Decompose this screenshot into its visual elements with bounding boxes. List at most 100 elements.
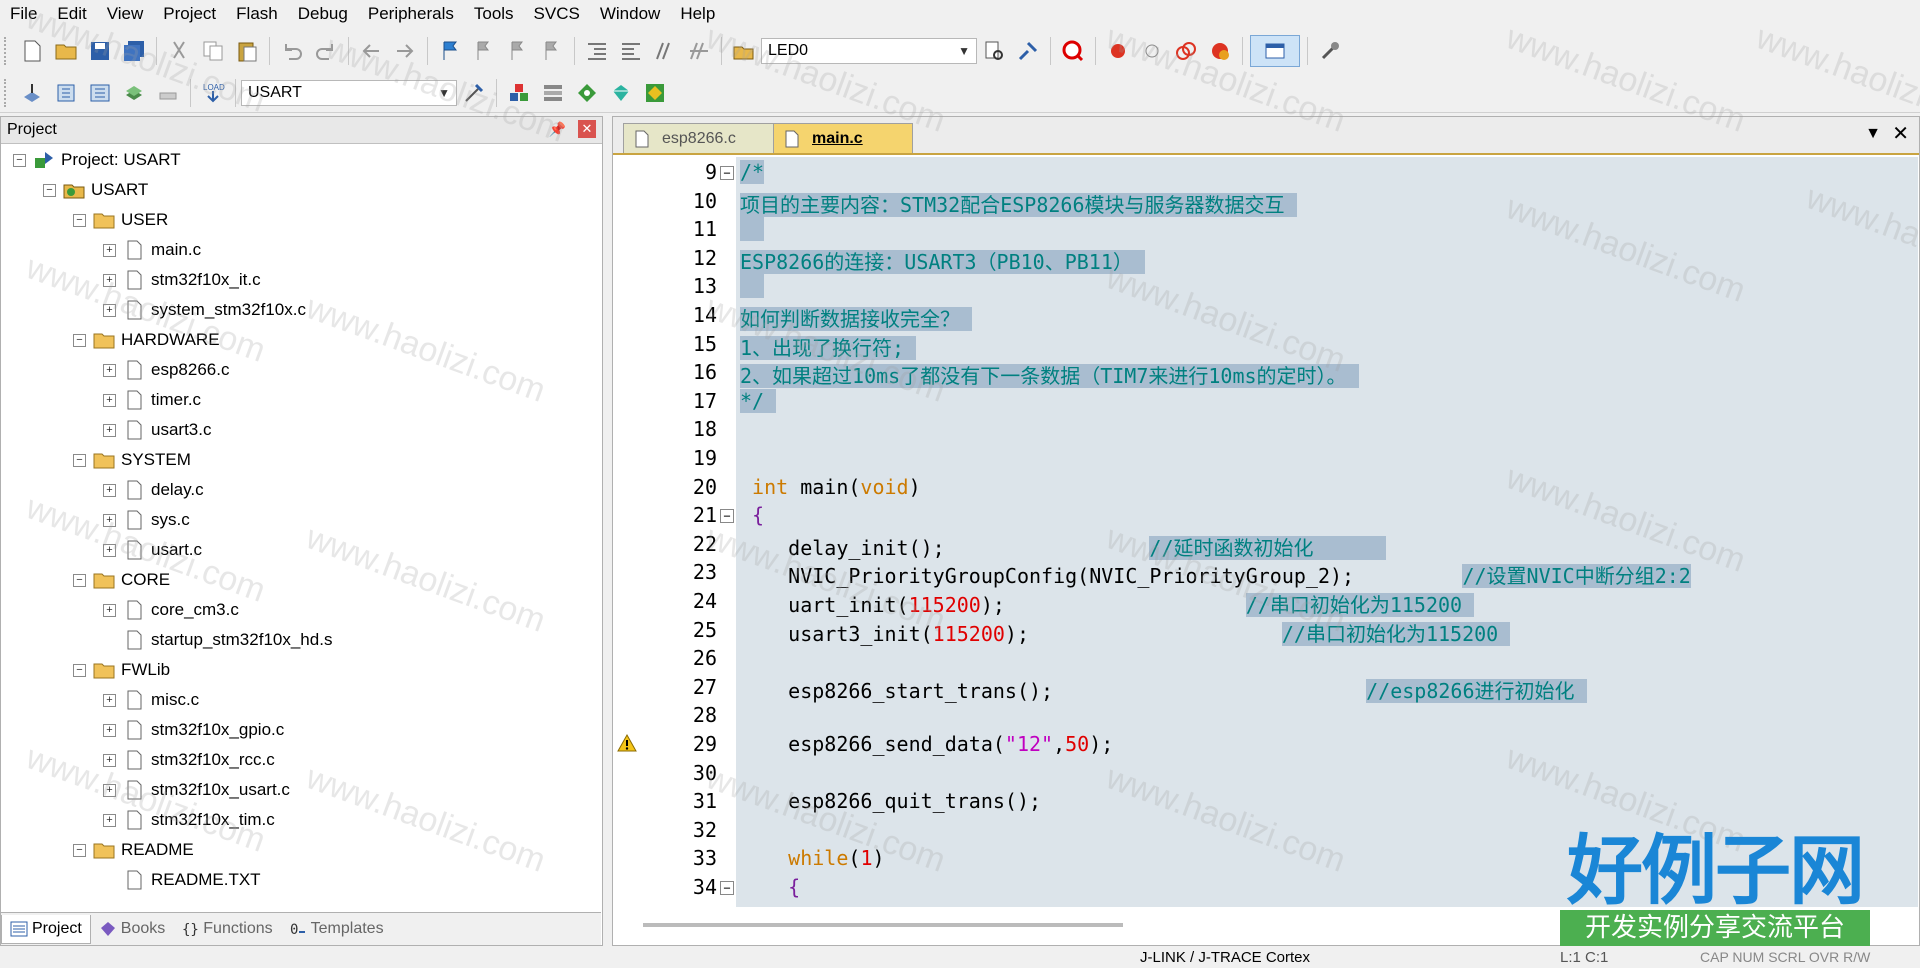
- save-icon[interactable]: [85, 36, 115, 66]
- incremental-find-icon[interactable]: [1013, 36, 1043, 66]
- code-line[interactable]: 16 2、如果超过10ms了都没有下一条数据（TIM7来进行10ms的定时）。: [613, 359, 1919, 389]
- expand-icon[interactable]: +: [103, 514, 116, 527]
- comment-icon[interactable]: [650, 36, 680, 66]
- expand-icon[interactable]: +: [103, 544, 116, 557]
- code-line[interactable]: 20 int main(void): [613, 474, 1919, 502]
- tree-item[interactable]: + sys.c: [1, 505, 601, 535]
- collapse-icon[interactable]: −: [13, 154, 26, 167]
- code-line[interactable]: 11: [613, 216, 1919, 244]
- collapse-icon[interactable]: −: [73, 844, 86, 857]
- pin-icon[interactable]: 📌: [549, 121, 566, 138]
- tab-list-dropdown-icon[interactable]: ▼: [1865, 125, 1881, 143]
- tree-item[interactable]: + core_cm3.c: [1, 595, 601, 625]
- menu-window[interactable]: Window: [590, 4, 670, 24]
- tree-item[interactable]: + stm32f10x_usart.c: [1, 775, 601, 805]
- expand-icon[interactable]: +: [103, 754, 116, 767]
- paste-icon[interactable]: [232, 36, 262, 66]
- configure-icon[interactable]: [1315, 36, 1345, 66]
- code-line[interactable]: 26: [613, 645, 1919, 673]
- expand-icon[interactable]: +: [103, 724, 116, 737]
- menu-help[interactable]: Help: [670, 4, 725, 24]
- tree-item[interactable]: − Project: USART: [1, 145, 601, 175]
- editor-tab-main-c[interactable]: main.c: [773, 123, 913, 153]
- build-icon[interactable]: [51, 78, 81, 108]
- code-line[interactable]: 25 usart3_init(115200); //串口初始化为115200: [613, 617, 1919, 646]
- pack-installer-icon[interactable]: [572, 78, 602, 108]
- breakpoint-icon[interactable]: [1103, 36, 1133, 66]
- close-icon[interactable]: ✕: [578, 120, 596, 138]
- expand-icon[interactable]: +: [103, 274, 116, 287]
- collapse-icon[interactable]: −: [73, 454, 86, 467]
- window-layout-icon[interactable]: [1250, 35, 1300, 67]
- stop-build-icon[interactable]: [153, 78, 183, 108]
- breakpoint-disable-all-icon[interactable]: [1171, 36, 1201, 66]
- tree-item[interactable]: − README: [1, 835, 601, 865]
- bookmark-prev-icon[interactable]: [469, 36, 499, 66]
- code-line[interactable]: 9−/*: [613, 159, 1919, 187]
- collapse-icon[interactable]: −: [73, 664, 86, 677]
- expand-icon[interactable]: +: [103, 244, 116, 257]
- tab-functions[interactable]: {} Functions: [173, 915, 280, 943]
- uncomment-icon[interactable]: [684, 36, 714, 66]
- code-line[interactable]: 23 NVIC_PriorityGroupConfig(NVIC_Priorit…: [613, 559, 1919, 589]
- tree-item[interactable]: + timer.c: [1, 385, 601, 415]
- code-line[interactable]: 17 */: [613, 388, 1919, 416]
- code-line[interactable]: 24 uart_init(115200); //串口初始化为115200: [613, 588, 1919, 617]
- tree-item[interactable]: − CORE: [1, 565, 601, 595]
- tree-item[interactable]: + misc.c: [1, 685, 601, 715]
- cut-icon[interactable]: [164, 36, 194, 66]
- code-area[interactable]: 9−/* 10 项目的主要内容：STM32配合ESP8266模块与服务器数据交互 1…: [613, 157, 1919, 907]
- nav-forward-icon[interactable]: [390, 36, 420, 66]
- tree-item[interactable]: − USART: [1, 175, 601, 205]
- expand-icon[interactable]: +: [103, 604, 116, 617]
- find-in-files-icon[interactable]: [729, 36, 759, 66]
- menu-flash[interactable]: Flash: [226, 4, 288, 24]
- tree-item[interactable]: − FWLib: [1, 655, 601, 685]
- new-file-icon[interactable]: [17, 36, 47, 66]
- tree-item[interactable]: + stm32f10x_tim.c: [1, 805, 601, 835]
- open-folder-icon[interactable]: [51, 36, 81, 66]
- fold-toggle-icon[interactable]: −: [720, 509, 734, 524]
- select-software-packs-icon[interactable]: [606, 78, 636, 108]
- unindent-icon[interactable]: [616, 36, 646, 66]
- toolbar-grip[interactable]: [4, 37, 11, 65]
- breakpoint-disable-icon[interactable]: [1137, 36, 1167, 66]
- collapse-icon[interactable]: −: [73, 214, 86, 227]
- batch-build-icon[interactable]: [119, 78, 149, 108]
- horizontal-scrollbar[interactable]: [643, 923, 1123, 927]
- menu-edit[interactable]: Edit: [47, 4, 96, 24]
- tree-item[interactable]: README.TXT: [1, 865, 601, 895]
- nav-back-icon[interactable]: [356, 36, 386, 66]
- tab-templates[interactable]: 0 Templates: [281, 915, 392, 943]
- expand-icon[interactable]: +: [103, 484, 116, 497]
- code-line[interactable]: 18: [613, 416, 1919, 444]
- code-line[interactable]: 27 esp8266_start_trans(); //esp8266进行初始化: [613, 674, 1919, 703]
- expand-icon[interactable]: +: [103, 304, 116, 317]
- code-line[interactable]: 28: [613, 702, 1919, 730]
- manage-components-icon[interactable]: [504, 78, 534, 108]
- undo-icon[interactable]: [277, 36, 307, 66]
- indent-icon[interactable]: [582, 36, 612, 66]
- tree-item[interactable]: startup_stm32f10x_hd.s: [1, 625, 601, 655]
- target-options-icon[interactable]: [459, 78, 489, 108]
- expand-icon[interactable]: +: [103, 364, 116, 377]
- menu-svcs[interactable]: SVCS: [524, 4, 590, 24]
- editor-tab-esp8266-c[interactable]: esp8266.c: [623, 123, 779, 153]
- find-icon[interactable]: [979, 36, 1009, 66]
- bookmark-icon[interactable]: [435, 36, 465, 66]
- code-line[interactable]: 19: [613, 445, 1919, 473]
- tree-item[interactable]: + usart.c: [1, 535, 601, 565]
- fold-toggle-icon[interactable]: −: [720, 166, 734, 180]
- bookmark-clear-icon[interactable]: [537, 36, 567, 66]
- code-line[interactable]: 21− {: [613, 502, 1919, 530]
- code-line[interactable]: 12 ESP8266的连接：USART3（PB10、PB11）: [613, 245, 1919, 274]
- collapse-icon[interactable]: −: [73, 574, 86, 587]
- tab-books[interactable]: Books: [91, 915, 173, 943]
- project-target-combo[interactable]: USART ▼: [241, 80, 457, 106]
- tab-project[interactable]: Project: [1, 914, 91, 944]
- target-combo[interactable]: LED0 ▼: [761, 38, 977, 64]
- menu-debug[interactable]: Debug: [288, 4, 358, 24]
- menu-view[interactable]: View: [97, 4, 154, 24]
- fold-toggle-icon[interactable]: −: [720, 881, 734, 895]
- run-time-environment-icon[interactable]: [640, 78, 670, 108]
